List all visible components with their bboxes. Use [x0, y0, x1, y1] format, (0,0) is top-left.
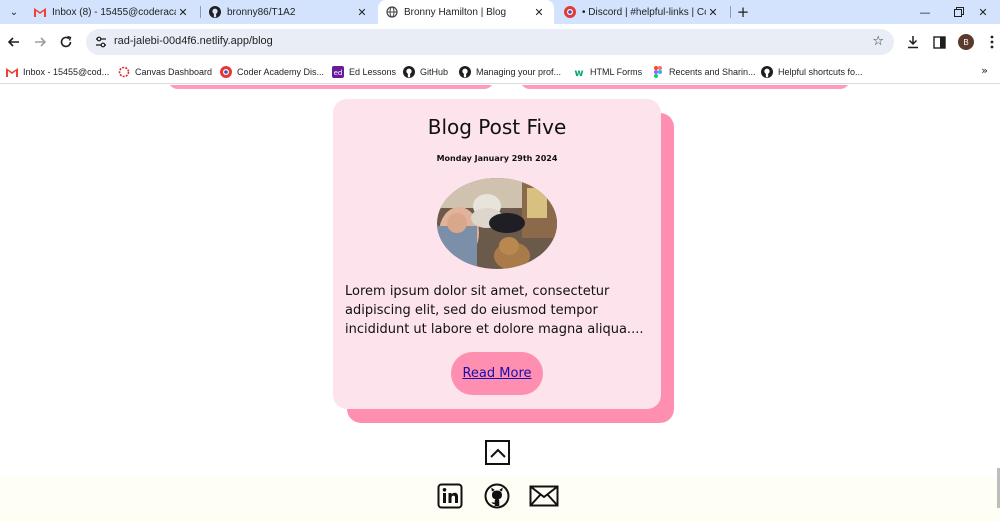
side-panel-icon [932, 35, 946, 49]
discord-icon [564, 6, 576, 18]
tab-title: Bronny Hamilton | Blog [404, 6, 507, 18]
footer [0, 477, 1000, 522]
bookmark-html-forms[interactable]: w HTML Forms [573, 64, 642, 80]
bookmark-label: GitHub [420, 67, 449, 77]
browser-toolbar: rad-jalebi-00d4f6.netlify.app/blog ☆ B [0, 24, 1000, 60]
tab-search-button[interactable]: ⌄ [4, 2, 24, 22]
github-icon [209, 6, 221, 18]
close-icon[interactable]: ✕ [176, 6, 190, 19]
linkedin-link[interactable] [436, 482, 464, 510]
bookmark-label: Canvas Dashboard [135, 67, 213, 77]
kebab-menu-icon [990, 35, 994, 49]
site-info-icon[interactable] [94, 35, 108, 49]
blog-page: Blog Post Five Monday January 29th 2024 … [0, 85, 1000, 522]
bookmark-label: Managing your prof... [476, 67, 562, 77]
bookmark-label: Ed Lessons [349, 67, 397, 77]
w3schools-icon: w [573, 66, 585, 78]
reload-icon [60, 35, 72, 48]
github-icon [761, 66, 773, 78]
download-icon [908, 36, 918, 49]
bookmarks-bar: Inbox - 15455@cod... Canvas Dashboard Co… [0, 60, 1000, 84]
post-date: Monday January 29th 2024 [436, 154, 558, 163]
read-more-button[interactable]: Read More [451, 352, 543, 395]
post-title: Blog Post Five [427, 115, 567, 139]
bookmark-gmail[interactable]: Inbox - 15455@cod... [6, 64, 109, 80]
reload-button[interactable] [56, 32, 76, 52]
post-excerpt: Lorem ipsum dolor sit amet, consectetur … [345, 284, 644, 337]
minimize-button[interactable]: — [908, 0, 942, 24]
bookmark-managing-profile[interactable]: Managing your prof... [459, 64, 561, 80]
back-to-top-button[interactable] [485, 440, 510, 465]
url-text: rad-jalebi-00d4f6.netlify.app/blog [114, 35, 273, 47]
gmail-icon [34, 6, 46, 18]
bookmark-canvas[interactable]: Canvas Dashboard [118, 64, 212, 80]
side-panel-button[interactable] [930, 33, 948, 51]
discord-icon [220, 66, 232, 78]
tab-blog[interactable]: Bronny Hamilton | Blog ✕ [378, 0, 554, 24]
bookmark-star-icon[interactable]: ☆ [872, 34, 884, 49]
chevron-up-icon [489, 448, 506, 458]
forward-arrow-icon [35, 37, 47, 47]
address-bar[interactable]: rad-jalebi-00d4f6.netlify.app/blog ☆ [86, 29, 894, 55]
post-photo [437, 178, 557, 269]
github-link[interactable] [483, 482, 511, 510]
bookmark-label: Recents and Sharin... [669, 67, 756, 77]
profile-button[interactable]: B [957, 33, 975, 51]
more-bookmarks-icon[interactable]: » [981, 64, 988, 77]
menu-button[interactable] [983, 33, 1000, 51]
ed-icon: ed [332, 66, 344, 78]
tab-title: bronny86/T1A2 [227, 6, 296, 18]
bookmark-label: HTML Forms [590, 67, 643, 77]
blog-post-card: Blog Post Five Monday January 29th 2024 … [333, 99, 661, 409]
downloads-button[interactable] [904, 33, 922, 51]
close-icon[interactable]: ✕ [355, 6, 369, 19]
bookmark-helpful-shortcuts[interactable]: Helpful shortcuts fo... [761, 64, 863, 80]
mail-icon [529, 485, 559, 507]
github-icon [403, 66, 415, 78]
bookmark-label: Helpful shortcuts fo... [778, 67, 863, 77]
forward-button[interactable] [30, 32, 50, 52]
restore-icon [954, 7, 964, 17]
close-window-button[interactable]: ✕ [966, 0, 1000, 24]
back-button[interactable] [4, 32, 24, 52]
close-icon[interactable]: ✕ [706, 6, 720, 19]
bookmark-ed[interactable]: ed Ed Lessons [332, 64, 396, 80]
github-icon [484, 483, 510, 509]
tab-discord[interactable]: • Discord | #helpful-links | Code ✕ [556, 0, 728, 24]
tab-strip: ⌄ Inbox (8) - 15455@coderacader ✕ bronny… [0, 0, 1000, 24]
tab-gmail[interactable]: Inbox (8) - 15455@coderacader ✕ [26, 0, 198, 24]
email-link[interactable] [528, 482, 560, 510]
avatar: B [958, 34, 974, 50]
bookmark-label: Inbox - 15455@cod... [23, 67, 110, 77]
tab-separator [730, 6, 731, 18]
new-tab-button[interactable]: + [735, 2, 751, 22]
bookmark-github[interactable]: GitHub [403, 64, 448, 80]
svg-text:ed: ed [334, 69, 343, 77]
previous-card-edge [168, 85, 494, 89]
svg-text:w: w [574, 68, 583, 78]
linkedin-icon [437, 483, 463, 509]
close-icon[interactable]: ✕ [532, 6, 546, 19]
bookmark-figma[interactable]: Recents and Sharin... [652, 64, 756, 80]
tab-title: Inbox (8) - 15455@coderacader [52, 6, 176, 18]
globe-icon [386, 6, 398, 18]
github-icon [459, 66, 471, 78]
tab-github[interactable]: bronny86/T1A2 ✕ [201, 0, 377, 24]
previous-card-edge [520, 85, 850, 89]
gmail-icon [6, 66, 18, 78]
canvas-icon [118, 66, 130, 78]
bookmark-label: Coder Academy Dis... [237, 67, 325, 77]
figma-icon [652, 66, 664, 78]
back-arrow-icon [7, 37, 19, 47]
bookmark-discord[interactable]: Coder Academy Dis... [220, 64, 324, 80]
tab-title: • Discord | #helpful-links | Code [582, 6, 706, 18]
